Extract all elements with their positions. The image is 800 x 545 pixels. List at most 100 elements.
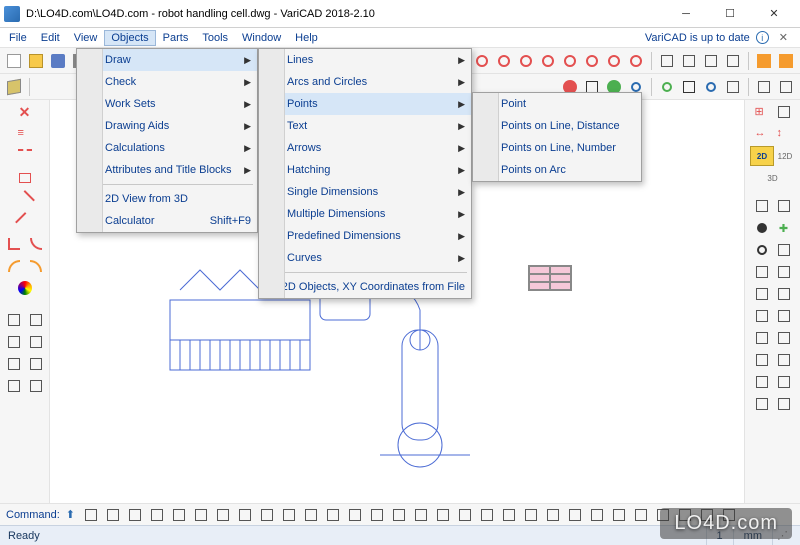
dim-10[interactable] — [279, 505, 299, 525]
r-tool-9b[interactable] — [774, 306, 794, 326]
tool-r1-k[interactable] — [679, 51, 699, 71]
tool-r1-d[interactable] — [516, 51, 536, 71]
r-tool-5a[interactable] — [752, 218, 772, 238]
tool-r1-c[interactable] — [494, 51, 514, 71]
left-tool-3[interactable] — [15, 146, 35, 166]
r-tool-10b[interactable] — [774, 328, 794, 348]
r-tool-6a[interactable] — [752, 240, 772, 260]
dim-24[interactable] — [587, 505, 607, 525]
menu-tools[interactable]: Tools — [195, 30, 235, 46]
dim-22[interactable] — [543, 505, 563, 525]
draw-predefined-dim[interactable]: Predefined Dimensions▶ — [259, 225, 471, 247]
r-tool-2a[interactable]: ↔ — [752, 124, 772, 144]
open-file-icon[interactable] — [26, 51, 46, 71]
draw-hatching[interactable]: Hatching▶ — [259, 159, 471, 181]
mode-3d-button[interactable]: 3D — [763, 168, 783, 188]
dim-20[interactable] — [499, 505, 519, 525]
zoom-extents-icon[interactable] — [657, 77, 677, 97]
dim-16[interactable] — [411, 505, 431, 525]
objects-attributes[interactable]: Attributes and Title Blocks▶ — [77, 159, 257, 181]
left-tool-7a[interactable] — [4, 234, 24, 254]
dim-12[interactable] — [323, 505, 343, 525]
left-tool-7b[interactable] — [26, 234, 46, 254]
tool-r2-f[interactable] — [776, 77, 796, 97]
dim-11[interactable] — [301, 505, 321, 525]
objects-calculator[interactable]: CalculatorShift+F9 — [77, 210, 257, 232]
mode-2d-button[interactable]: 2D — [750, 146, 774, 166]
menu-file[interactable]: File — [2, 30, 34, 46]
r-tool-12a[interactable] — [752, 372, 772, 392]
left-tool-5[interactable] — [15, 190, 35, 210]
menu-objects[interactable]: Objects — [104, 30, 155, 46]
r-tool-9a[interactable] — [752, 306, 772, 326]
r-tool-1a[interactable]: ⊞ — [752, 102, 772, 122]
draw-lines[interactable]: Lines▶ — [259, 49, 471, 71]
color-palette-icon[interactable] — [15, 278, 35, 298]
r-tool-11a[interactable] — [752, 350, 772, 370]
objects-2d-from-3d[interactable]: 2D View from 3D — [77, 188, 257, 210]
layers-icon[interactable] — [4, 77, 24, 97]
tool-r1-i[interactable] — [626, 51, 646, 71]
left-tool-4[interactable] — [15, 168, 35, 188]
draw-arcs[interactable]: Arcs and Circles▶ — [259, 71, 471, 93]
dim-3[interactable] — [125, 505, 145, 525]
tool-r1-g[interactable] — [582, 51, 602, 71]
left-tool-8b[interactable] — [26, 256, 46, 276]
draw-arrows[interactable]: →Arrows▶ — [259, 137, 471, 159]
draw-points[interactable]: Points▶ — [259, 93, 471, 115]
left-tool-6[interactable] — [15, 212, 35, 232]
tool-r1-l[interactable] — [701, 51, 721, 71]
r-tool-7a[interactable] — [752, 262, 772, 282]
dim-14[interactable] — [367, 505, 387, 525]
menu-help[interactable]: Help — [288, 30, 325, 46]
r-tool-12b[interactable] — [774, 372, 794, 392]
delete-icon[interactable]: ✕ — [15, 102, 35, 122]
dim-6[interactable] — [191, 505, 211, 525]
dim-19[interactable] — [477, 505, 497, 525]
dim-7[interactable] — [213, 505, 233, 525]
objects-check[interactable]: Check▶ — [77, 71, 257, 93]
dim-2[interactable] — [103, 505, 123, 525]
left-tool-2[interactable]: ≡ — [15, 124, 35, 144]
tool-r1-e[interactable] — [538, 51, 558, 71]
menu-parts[interactable]: Parts — [156, 30, 196, 46]
r-tool-13b[interactable] — [774, 394, 794, 414]
dim-1[interactable] — [81, 505, 101, 525]
save-file-icon[interactable] — [48, 51, 68, 71]
command-upload-icon[interactable]: ⬆ — [66, 508, 75, 521]
r-tool-4b[interactable] — [774, 196, 794, 216]
mode-12d-button[interactable]: 12D — [775, 146, 795, 166]
dim-5[interactable] — [169, 505, 189, 525]
r-tool-8a[interactable] — [752, 284, 772, 304]
tool-r1-f[interactable] — [560, 51, 580, 71]
close-button[interactable]: ✕ — [752, 0, 796, 28]
r-tool-4a[interactable] — [752, 196, 772, 216]
objects-drawing-aids[interactable]: Drawing Aids▶ — [77, 115, 257, 137]
tool-r1-n[interactable] — [754, 51, 774, 71]
left-tool-11a[interactable] — [4, 332, 24, 352]
mdi-close-button[interactable]: ✕ — [775, 31, 792, 44]
r-tool-13a[interactable] — [752, 394, 772, 414]
left-tool-12a[interactable] — [4, 354, 24, 374]
tool-r1-h[interactable] — [604, 51, 624, 71]
left-tool-11b[interactable] — [26, 332, 46, 352]
dim-21[interactable] — [521, 505, 541, 525]
new-file-icon[interactable] — [4, 51, 24, 71]
r-tool-2b[interactable]: ↕ — [774, 124, 794, 144]
draw-curves[interactable]: Curves▶ — [259, 247, 471, 269]
objects-calculations[interactable]: Calculations▶ — [77, 137, 257, 159]
left-tool-13a[interactable] — [4, 376, 24, 396]
minimize-button[interactable]: ─ — [664, 0, 708, 28]
menu-edit[interactable]: Edit — [34, 30, 67, 46]
draw-2d-from-file[interactable]: 2D Objects, XY Coordinates from File — [259, 276, 471, 298]
objects-worksets[interactable]: Work Sets▶ — [77, 93, 257, 115]
maximize-button[interactable]: ☐ — [708, 0, 752, 28]
r-tool-10a[interactable] — [752, 328, 772, 348]
draw-text[interactable]: Text▶ — [259, 115, 471, 137]
tool-r1-o[interactable] — [776, 51, 796, 71]
r-tool-1b[interactable] — [774, 102, 794, 122]
dim-9[interactable] — [257, 505, 277, 525]
left-tool-10b[interactable] — [26, 310, 46, 330]
r-tool-8b[interactable] — [774, 284, 794, 304]
tool-r1-b[interactable] — [472, 51, 492, 71]
